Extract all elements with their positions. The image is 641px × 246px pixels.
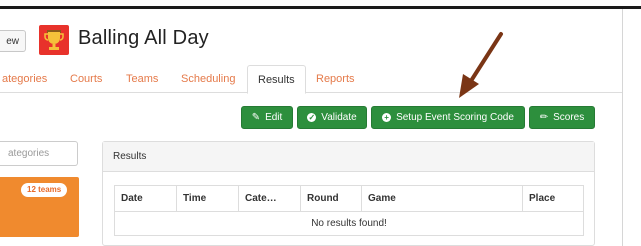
event-logo bbox=[39, 25, 69, 55]
table-row: No results found! bbox=[114, 211, 584, 236]
results-table: Date Time Cate… Round Game Place No resu… bbox=[114, 185, 584, 236]
column-header-category[interactable]: Cate… bbox=[238, 185, 301, 212]
categories-search-input[interactable]: ategories bbox=[0, 141, 78, 166]
scores-label: Scores bbox=[553, 112, 585, 123]
teams-count-badge: 12 teams bbox=[21, 183, 68, 197]
arrow-annotation bbox=[459, 32, 503, 98]
tab-reports[interactable]: Reports bbox=[316, 65, 355, 93]
right-border bbox=[622, 9, 623, 246]
tab-results[interactable]: Results bbox=[247, 65, 306, 94]
tab-scheduling[interactable]: Scheduling bbox=[181, 65, 235, 93]
pencil-icon: ✏ bbox=[539, 111, 549, 123]
tab-bar: ategories Courts Teams Scheduling Result… bbox=[0, 65, 622, 94]
page-title: Balling All Day bbox=[78, 27, 209, 49]
column-header-date[interactable]: Date bbox=[114, 185, 177, 212]
setup-scoring-code-button[interactable]: + Setup Event Scoring Code bbox=[371, 106, 525, 129]
validate-button[interactable]: ✓ Validate bbox=[297, 106, 367, 129]
results-panel: Results Date Time Cate… Round Game Place… bbox=[102, 141, 595, 246]
view-button[interactable]: ew bbox=[0, 30, 26, 52]
category-card[interactable]: 12 teams bbox=[0, 177, 79, 237]
empty-results-message: No results found! bbox=[114, 211, 584, 236]
trophy-icon bbox=[44, 30, 64, 50]
tab-courts[interactable]: Courts bbox=[70, 65, 102, 93]
column-header-time[interactable]: Time bbox=[176, 185, 239, 212]
tab-teams[interactable]: Teams bbox=[126, 65, 158, 93]
check-circle-icon: ✓ bbox=[307, 112, 317, 122]
column-header-place[interactable]: Place bbox=[522, 185, 584, 212]
setup-label: Setup Event Scoring Code bbox=[396, 112, 514, 123]
column-header-game[interactable]: Game bbox=[361, 185, 523, 212]
tab-categories[interactable]: ategories bbox=[2, 65, 47, 93]
validate-label: Validate bbox=[321, 112, 357, 123]
scores-button[interactable]: ✏ Scores bbox=[529, 106, 595, 129]
plus-circle-icon: + bbox=[382, 113, 392, 122]
column-header-round[interactable]: Round bbox=[300, 185, 362, 212]
table-header-row: Date Time Cate… Round Game Place bbox=[114, 185, 584, 212]
edit-button[interactable]: ✎ Edit bbox=[241, 106, 293, 129]
edit-icon: ✎ bbox=[251, 111, 261, 123]
top-border bbox=[0, 6, 641, 9]
edit-label: Edit bbox=[265, 112, 283, 123]
results-heading: Results bbox=[103, 142, 594, 172]
